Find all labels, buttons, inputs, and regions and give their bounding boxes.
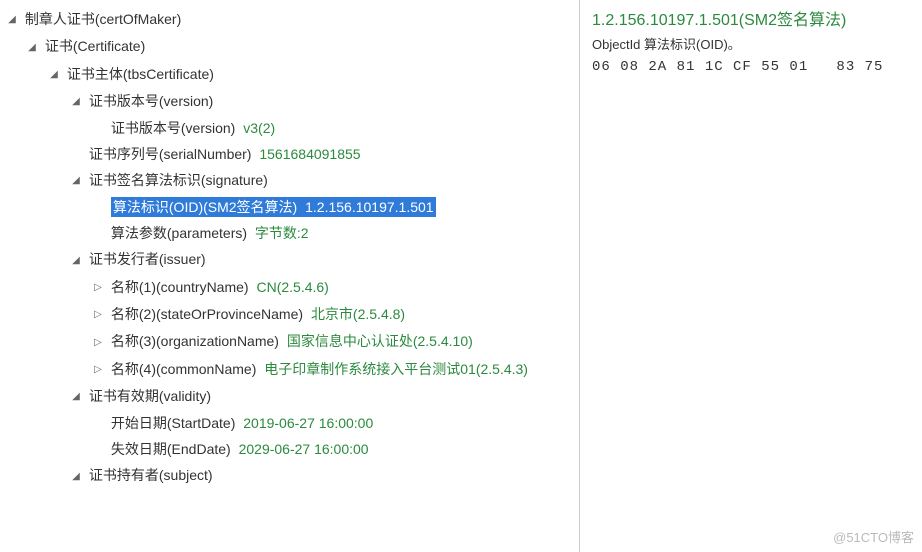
- chevron-down-icon[interactable]: ◢: [26, 35, 38, 61]
- detail-title: 1.2.156.10197.1.501(SM2签名算法): [592, 6, 914, 30]
- node-name4[interactable]: ▷ 名称(4)(commonName) 电子印章制作系统接入平台测试01(2.5…: [4, 356, 579, 383]
- node-value: 电子印章制作系统接入平台测试01(2.5.4.3): [264, 361, 528, 377]
- selected-row[interactable]: 算法标识(OID)(SM2签名算法) 1.2.156.10197.1.501: [111, 197, 436, 217]
- node-label: 证书版本号(version): [89, 93, 213, 109]
- node-label: 证书主体(tbsCertificate): [67, 66, 214, 82]
- node-value: 2029-06-27 16:00:00: [239, 441, 369, 457]
- node-certofmaker[interactable]: ◢ 制章人证书(certOfMaker): [4, 6, 579, 33]
- node-label: 名称(3)(organizationName): [111, 333, 279, 349]
- node-subject[interactable]: ◢ 证书持有者(subject): [4, 462, 579, 489]
- chevron-down-icon[interactable]: ◢: [48, 62, 60, 88]
- node-certificate[interactable]: ◢ 证书(Certificate): [4, 33, 579, 60]
- node-oid[interactable]: 算法标识(OID)(SM2签名算法) 1.2.156.10197.1.501: [4, 194, 579, 220]
- node-name2[interactable]: ▷ 名称(2)(stateOrProvinceName) 北京市(2.5.4.8…: [4, 301, 579, 328]
- node-tbscertificate[interactable]: ◢ 证书主体(tbsCertificate): [4, 61, 579, 88]
- detail-pane: 1.2.156.10197.1.501(SM2签名算法) ObjectId 算法…: [580, 0, 922, 552]
- chevron-down-icon[interactable]: ◢: [70, 464, 82, 490]
- node-label: 证书发行者(issuer): [89, 251, 206, 267]
- chevron-down-icon[interactable]: ◢: [70, 384, 82, 410]
- node-label: 证书(Certificate): [45, 38, 145, 54]
- chevron-down-icon[interactable]: ◢: [70, 89, 82, 115]
- chevron-right-icon[interactable]: ▷: [92, 275, 104, 301]
- tree-pane: ◢ 制章人证书(certOfMaker) ◢ 证书(Certificate) ◢…: [0, 0, 580, 552]
- node-version-leaf[interactable]: 证书版本号(version) v3(2): [4, 115, 579, 141]
- node-label: 证书版本号(version): [111, 120, 235, 136]
- node-issuer[interactable]: ◢ 证书发行者(issuer): [4, 246, 579, 273]
- node-label: 证书有效期(validity): [89, 388, 211, 404]
- detail-subtitle: ObjectId 算法标识(OID)。: [592, 34, 914, 53]
- node-label: 算法参数(parameters): [111, 225, 247, 241]
- node-value: v3(2): [243, 120, 275, 136]
- chevron-right-icon[interactable]: ▷: [92, 357, 104, 383]
- node-serial[interactable]: 证书序列号(serialNumber) 1561684091855: [4, 141, 579, 167]
- node-label: 证书签名算法标识(signature): [89, 172, 268, 188]
- node-label: 制章人证书(certOfMaker): [25, 11, 181, 27]
- node-label: 证书序列号(serialNumber): [89, 146, 252, 162]
- node-value: 1.2.156.10197.1.501: [305, 199, 433, 215]
- node-label: 开始日期(StartDate): [111, 415, 235, 431]
- node-signature[interactable]: ◢ 证书签名算法标识(signature): [4, 167, 579, 194]
- node-value: 北京市(2.5.4.8): [311, 306, 405, 322]
- watermark: @51CTO博客: [833, 527, 914, 546]
- hex-dump: 06 08 2A 81 1C CF 55 01 83 75: [592, 59, 914, 75]
- node-value: 字节数:2: [255, 225, 309, 241]
- chevron-right-icon[interactable]: ▷: [92, 302, 104, 328]
- node-label: 名称(1)(countryName): [111, 279, 249, 295]
- node-parameters[interactable]: 算法参数(parameters) 字节数:2: [4, 220, 579, 246]
- node-name1[interactable]: ▷ 名称(1)(countryName) CN(2.5.4.6): [4, 274, 579, 301]
- chevron-down-icon[interactable]: ◢: [70, 168, 82, 194]
- node-label: 名称(4)(commonName): [111, 361, 256, 377]
- node-label: 算法标识(OID)(SM2签名算法): [113, 199, 297, 215]
- node-value: 国家信息中心认证处(2.5.4.10): [287, 333, 473, 349]
- node-name3[interactable]: ▷ 名称(3)(organizationName) 国家信息中心认证处(2.5.…: [4, 328, 579, 355]
- node-version-header[interactable]: ◢ 证书版本号(version): [4, 88, 579, 115]
- node-value: 1561684091855: [259, 146, 360, 162]
- chevron-right-icon[interactable]: ▷: [92, 330, 104, 356]
- node-label: 名称(2)(stateOrProvinceName): [111, 306, 303, 322]
- node-label: 失效日期(EndDate): [111, 441, 231, 457]
- node-validity[interactable]: ◢ 证书有效期(validity): [4, 383, 579, 410]
- node-value: 2019-06-27 16:00:00: [243, 415, 373, 431]
- chevron-down-icon[interactable]: ◢: [70, 248, 82, 274]
- chevron-down-icon[interactable]: ◢: [6, 7, 18, 33]
- node-value: CN(2.5.4.6): [256, 279, 328, 295]
- node-startdate[interactable]: 开始日期(StartDate) 2019-06-27 16:00:00: [4, 410, 579, 436]
- node-label: 证书持有者(subject): [89, 467, 213, 483]
- node-enddate[interactable]: 失效日期(EndDate) 2029-06-27 16:00:00: [4, 436, 579, 462]
